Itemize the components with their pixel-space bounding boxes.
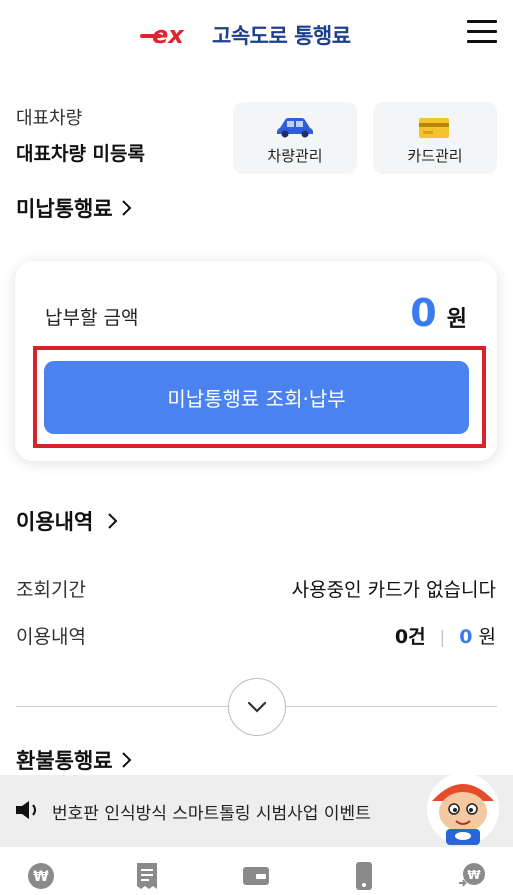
expand-button[interactable]	[228, 678, 286, 736]
representative-vehicle-label: 대표차량	[16, 108, 83, 129]
chevron-down-icon	[247, 701, 267, 713]
unpaid-tolls-title: 미납통행료	[16, 197, 113, 221]
amount-due-label: 납부할 금액	[45, 307, 139, 329]
usage-count-value: 0	[394, 626, 409, 648]
amount-due: 0 원	[410, 291, 467, 335]
bottom-tab-bar: ₩ ₩	[0, 847, 513, 895]
refund-icon[interactable]: ₩	[457, 861, 487, 891]
mascot-icon	[427, 773, 499, 845]
refund-tolls-link[interactable]: 환불통행료	[16, 745, 133, 775]
refund-tolls-title: 환불통행료	[16, 749, 113, 773]
card-manage-button[interactable]: 카드관리	[373, 102, 497, 174]
app-title: 고속도로 통행료	[212, 24, 351, 48]
unpaid-payment-card: 납부할 금액 0 원 미납통행료 조회·납부	[15, 261, 497, 461]
amount-due-unit: 원	[446, 307, 467, 332]
card-icon[interactable]	[241, 861, 271, 891]
svg-text:₩: ₩	[467, 868, 481, 882]
menu-line	[467, 40, 497, 43]
usage-amount-value: 0	[459, 626, 473, 648]
amount-due-value: 0	[410, 291, 437, 335]
car-icon	[277, 118, 313, 138]
usage-history-title: 이용내역	[16, 510, 94, 534]
credit-card-icon	[419, 118, 449, 138]
vehicle-manage-label: 차량관리	[267, 147, 323, 165]
svg-text:ex: ex	[152, 21, 185, 49]
banner-text: 번호판 인식방식 스마트톨링 시범사업 이벤트	[52, 804, 371, 824]
usage-summary: 0 건 | 0 원	[395, 622, 496, 649]
chevron-right-icon	[121, 200, 132, 216]
ex-logo-icon: ex	[140, 21, 185, 49]
usage-history-label: 이용내역	[16, 626, 86, 648]
speaker-icon	[16, 801, 36, 819]
representative-vehicle-value: 대표차량 미등록	[16, 143, 145, 165]
unpaid-tolls-link[interactable]: 미납통행료	[16, 193, 133, 223]
usage-amount-unit: 원	[478, 626, 496, 648]
unpaid-inquiry-pay-button[interactable]: 미납통행료 조회·납부	[44, 361, 469, 434]
brand-logo: ex 고속도로 통행료	[140, 20, 351, 50]
inquiry-period-value: 사용중인 카드가 없습니다	[291, 579, 496, 601]
usage-separator: |	[439, 628, 446, 648]
phone-icon[interactable]	[349, 861, 379, 891]
menu-line	[467, 20, 497, 23]
svg-text:₩: ₩	[33, 869, 49, 885]
app-header: ex 고속도로 통행료	[0, 0, 513, 70]
card-manage-label: 카드관리	[407, 147, 463, 165]
hamburger-menu-button[interactable]	[467, 20, 497, 46]
won-icon[interactable]: ₩	[26, 861, 56, 891]
inquiry-period-label: 조회기간	[16, 579, 86, 601]
event-banner[interactable]: 번호판 인식방식 스마트톨링 시범사업 이벤트	[0, 773, 513, 847]
vehicle-manage-button[interactable]: 차량관리	[233, 102, 357, 174]
chevron-right-icon	[108, 513, 118, 529]
usage-count-unit: 건	[408, 626, 426, 648]
usage-history-link[interactable]: 이용내역	[16, 506, 119, 536]
menu-line	[467, 30, 497, 33]
receipt-icon[interactable]	[132, 861, 162, 891]
chevron-right-icon	[121, 752, 132, 768]
